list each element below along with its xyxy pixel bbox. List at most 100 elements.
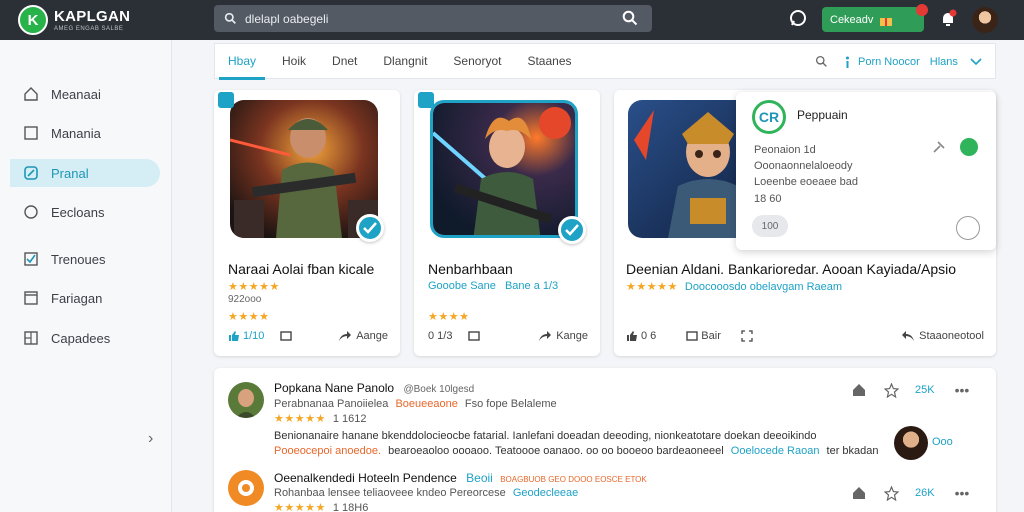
- chat-bubble-icon[interactable]: [960, 138, 978, 156]
- sidebar-item-trenoues[interactable]: Trenoues: [10, 245, 160, 273]
- sidebar-item-fariagan[interactable]: Fariagan: [10, 284, 160, 312]
- card-actions: 1/10 Aange: [228, 328, 388, 344]
- game-art: [430, 100, 578, 238]
- user-avatar[interactable]: [972, 7, 998, 33]
- star-icon[interactable]: [884, 485, 899, 501]
- bookmark-icon: [24, 291, 38, 305]
- tab-hbay[interactable]: Hbay: [215, 43, 269, 80]
- post-author: Oeenalkendedi Hoteeln Pendence Beoii BOA…: [274, 471, 647, 485]
- post-meta: Perabnanaa Panoiielea Boeueeaone Fso fop…: [274, 398, 557, 410]
- game-art: [230, 100, 378, 238]
- sidebar-item-manania[interactable]: Manania: [10, 119, 160, 147]
- like-icon[interactable]: [228, 330, 240, 342]
- cart-button[interactable]: Cekeadv: [822, 4, 928, 32]
- comment-icon[interactable]: [280, 330, 293, 342]
- pin-icon[interactable]: [932, 140, 948, 154]
- filter-label-a: Porn Noocor: [858, 56, 920, 68]
- post-highlight: Pooeocepoi anoedoe.: [274, 445, 382, 457]
- chevron-right-icon[interactable]: ›: [148, 430, 153, 448]
- post-rating: ★★★★★ 1 18H6: [274, 501, 368, 512]
- rating-stars: ★★★★★: [228, 281, 280, 293]
- card-actions: 0 1/3 Kange: [428, 328, 588, 344]
- like-count: 26K: [915, 487, 935, 499]
- sidebar-item-capadees[interactable]: Capadees: [10, 324, 160, 352]
- post-text: bearoeaoloo oooaoo. Teatoooe oanaoo. oo …: [388, 445, 724, 457]
- tab-senoryot[interactable]: Senoryot: [440, 43, 514, 79]
- comment-icon[interactable]: [686, 330, 698, 342]
- post-meta-a: Rohanbaa lensee teliaoveee kndeo Pereorc…: [274, 487, 506, 499]
- sidebar-item-label: Pranal: [51, 165, 89, 181]
- comment-icon[interactable]: [468, 330, 481, 342]
- publisher-popup[interactable]: CR Peppuain Peonaion 1d Ooonaonnelaloeod…: [736, 92, 996, 250]
- tab-dnet[interactable]: Dnet: [319, 43, 370, 79]
- comment-label: Bair: [701, 330, 721, 342]
- rating-meta: 1 1612: [332, 413, 367, 425]
- search-submit-icon[interactable]: [622, 10, 638, 26]
- sidebar-item-label: Trenoues: [51, 251, 106, 267]
- post-meta: Rohanbaa lensee teliaoveee kndeo Pereorc…: [274, 487, 578, 499]
- tab-bar: Hbay Hoik Dnet Dlangnit Senoryot Staanes…: [214, 43, 996, 80]
- filter-dropdown[interactable]: Porn Noocor Hlans: [843, 51, 982, 73]
- share-icon[interactable]: [338, 330, 352, 342]
- game-meta: Bane a 1/3: [504, 280, 559, 292]
- cart-label: Cekeadv: [830, 13, 874, 26]
- rating-stars: ★★★★★: [274, 413, 326, 425]
- chat-icon[interactable]: [788, 9, 808, 29]
- notification-dot: [916, 4, 928, 16]
- avatar[interactable]: [228, 382, 264, 418]
- popup-line: Ooonaonnelaloeody: [754, 160, 853, 172]
- search-input[interactable]: [245, 11, 625, 26]
- game-title: Nenbarhbaan: [428, 261, 513, 277]
- reply-icon[interactable]: [901, 330, 915, 342]
- sidebar-item-label: Meanaai: [51, 86, 101, 102]
- expand-icon[interactable]: [741, 330, 753, 342]
- star-icon[interactable]: [884, 382, 899, 398]
- game-title: Naraai Aolai fban kicale: [228, 261, 375, 277]
- post-meta-b: Geodecleeae: [512, 487, 579, 499]
- tab-dlangnit[interactable]: Dlangnit: [370, 43, 440, 79]
- game-rating: ★★★★★ Doocooosdo obelavgam Raeam: [626, 280, 842, 293]
- sidebar-item-eecloans[interactable]: Eecloans: [10, 198, 160, 226]
- sidebar-item-label: Eecloans: [51, 204, 105, 220]
- rating-stars: ★★★★: [428, 311, 470, 323]
- sidebar-item-pranal[interactable]: Pranal: [10, 159, 160, 187]
- search-icon[interactable]: [815, 55, 828, 68]
- logo-badge: K: [18, 5, 48, 35]
- bell-icon[interactable]: [938, 9, 958, 29]
- home-icon[interactable]: [852, 383, 866, 397]
- popup-chip[interactable]: 100: [752, 215, 788, 237]
- sidebar-item-home[interactable]: Meanaai: [10, 80, 160, 108]
- game-card[interactable]: Naraai Aolai fban kicale ★★★★★ 922ooo ★★…: [214, 90, 400, 356]
- like-icon[interactable]: [626, 330, 638, 342]
- app-logo[interactable]: K KAPLGAN AMEG ENGAB SALBE: [18, 5, 198, 35]
- check-badge-icon: [558, 216, 586, 244]
- checkbox-icon: [24, 252, 38, 266]
- game-card[interactable]: Nenbarhbaan Gooobe Sane Bane a 1/3 ★★★★ …: [414, 90, 600, 356]
- author-handle: Beoii: [466, 471, 493, 485]
- share-icon[interactable]: [538, 330, 552, 342]
- post-link[interactable]: Ooelocede Raoan: [731, 445, 820, 457]
- more-icon[interactable]: •••: [955, 382, 970, 398]
- settings-circle-icon[interactable]: [956, 216, 980, 240]
- rating-stars: ★★★★★: [626, 281, 678, 293]
- author-tag: BOAGBUOB GEO DOOO EOSCE ETOK: [500, 475, 647, 484]
- circle-icon: [24, 205, 38, 219]
- tab-staanes[interactable]: Staanes: [514, 43, 584, 79]
- app-name: KAPLGAN: [54, 7, 131, 25]
- post-body: Benionanaire hanane bkenddolocieocbe fat…: [274, 430, 817, 442]
- search-bar: [214, 5, 652, 32]
- home-icon: [24, 87, 38, 101]
- tab-hoik[interactable]: Hoik: [269, 43, 319, 79]
- publisher-logo: CR: [752, 100, 786, 134]
- post-controls: 26K •••: [852, 485, 969, 501]
- avatar[interactable]: [228, 470, 264, 506]
- share-label: Aange: [356, 330, 388, 342]
- game-publisher: Doocooosdo obelavgam Raeam: [684, 281, 843, 293]
- edit-icon: [24, 166, 38, 180]
- popup-line: 18 60: [754, 193, 782, 205]
- avatar[interactable]: [894, 426, 928, 460]
- game-meta: 922ooo: [228, 294, 262, 305]
- home-icon[interactable]: [852, 486, 866, 500]
- author-handle: @Boek 10lgesd: [403, 384, 475, 395]
- more-icon[interactable]: •••: [955, 485, 970, 501]
